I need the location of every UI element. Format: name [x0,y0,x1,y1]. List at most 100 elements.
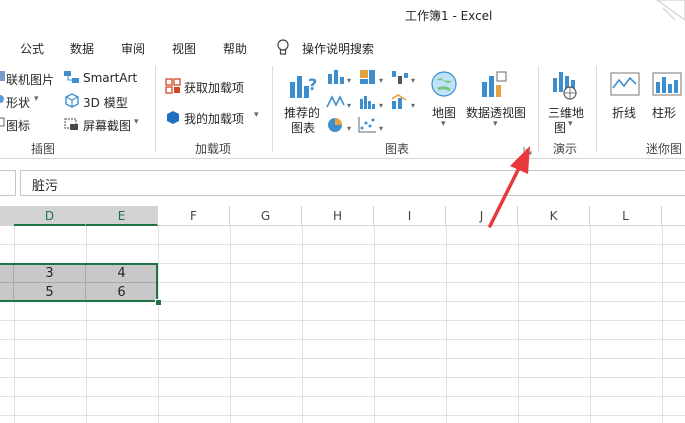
hierarchy-chart-icon[interactable]: ▾ [358,68,386,86]
svg-text:▾: ▾ [379,124,383,133]
svg-text:▾: ▾ [347,101,351,110]
corner-decoration [655,0,685,21]
name-box[interactable] [0,170,16,196]
column-chart-icon[interactable]: ▾ [326,68,354,86]
3d-map-icon [553,72,577,100]
gridline [590,226,591,423]
cell-d1[interactable]: 3 [14,264,86,283]
3d-map-line2[interactable]: 图 [554,119,566,136]
group-label-addins: 加载项 [195,142,232,156]
3d-map-dropdown-icon[interactable]: ▾ [568,119,573,129]
group-label-charts: 图表 [385,142,410,156]
shapes-button[interactable]: 形状 [6,94,30,111]
shapes-dropdown-icon[interactable]: ▾ [34,94,39,104]
gridline [86,226,87,423]
line-chart-icon[interactable]: ▾ [326,93,354,111]
svg-text:▾: ▾ [347,76,351,85]
svg-text:▾: ▾ [379,76,383,85]
screenshot-icon [64,118,78,130]
ribbon-insert: 联机图片 SmartArt 形状 ▾ 3D 模型 图标 屏幕截图 ▾ 插图 获取… [0,60,685,159]
maps-dropdown-icon[interactable]: ▾ [441,119,446,129]
gridline [374,226,375,423]
3d-model-button[interactable]: 3D 模型 [83,94,128,111]
sparkline-column-icon [652,72,682,96]
column-header-i[interactable]: I [374,206,446,226]
column-header-m-partial[interactable] [662,206,685,226]
screenshot-dropdown-icon[interactable]: ▾ [134,117,139,127]
svg-text:▾: ▾ [347,124,351,133]
tab-help[interactable]: 帮助 [223,40,247,57]
svg-text:▾: ▾ [379,101,383,110]
statistic-chart-icon[interactable]: ▾ [358,93,386,111]
online-pictures-button[interactable]: 联机图片 [6,71,54,88]
my-addins-button[interactable]: 我的加载项 [184,110,244,127]
sparkline-column-button[interactable]: 柱形 [652,104,676,121]
group-label-illustrations: 插图 [31,142,56,156]
window-title: 工作簿1 - Excel [405,9,493,23]
group-separator [596,66,597,152]
smartart-button[interactable]: SmartArt [83,71,137,85]
gridline [0,377,685,378]
cell-d2[interactable]: 5 [14,283,86,302]
gridline [0,320,685,321]
my-addins-dropdown-icon[interactable]: ▾ [254,110,259,120]
recommended-charts-icon: ? [290,75,317,98]
gridline [518,226,519,423]
svg-text:▾: ▾ [411,101,415,110]
screenshot-button[interactable]: 屏幕截图 [83,117,131,134]
gridline [0,358,685,359]
lightbulb-icon [277,39,289,55]
cell-e2[interactable]: 6 [86,283,158,302]
gridline [0,339,685,340]
gridline [446,226,447,423]
group-label-sparklines: 迷你图 [646,142,683,156]
formula-value: 脏污 [32,179,59,194]
group-separator [155,66,156,152]
smartart-icon [64,71,79,83]
my-addins-icon [167,111,179,124]
cell-c1-partial[interactable] [0,264,14,283]
gridline [14,226,15,423]
column-header-h[interactable]: H [302,206,374,226]
worksheet-grid[interactable] [0,206,685,423]
column-header-f[interactable]: F [158,206,230,226]
recommended-charts-line2[interactable]: 图表 [291,119,315,136]
fill-handle[interactable] [155,299,162,306]
gridline [0,244,685,245]
icons-button[interactable]: 图标 [6,117,30,134]
column-header-c-partial[interactable] [0,206,14,226]
annotation-arrow [488,146,530,228]
pivotchart-icon [482,71,507,97]
tell-me-search[interactable]: 操作说明搜索 [302,40,374,57]
tab-review[interactable]: 审阅 [121,40,145,57]
column-header-d[interactable]: D [14,206,86,226]
gridline [302,226,303,423]
pivotchart-dropdown-icon[interactable]: ▾ [493,119,498,129]
svg-text:▾: ▾ [411,76,415,85]
column-header-l[interactable]: L [590,206,662,226]
gridline [230,226,231,423]
cell-e1[interactable]: 4 [86,264,158,283]
column-header-e[interactable]: E [86,206,158,226]
gridline [662,226,663,423]
get-addins-button[interactable]: 获取加载项 [184,79,244,96]
combo-chart-icon[interactable]: ▾ [390,93,418,111]
pie-chart-icon[interactable]: ▾ [326,116,354,134]
maps-icon [431,71,457,97]
gridline [158,226,159,423]
gridline [0,396,685,397]
group-separator [272,66,273,152]
tab-view[interactable]: 视图 [172,40,196,57]
ribbon-tabs: 公式 数据 审阅 视图 帮助 操作说明搜索 [0,34,685,60]
group-label-tours: 演示 [553,142,578,156]
scatter-chart-icon[interactable]: ▾ [358,116,386,134]
formula-input[interactable] [20,170,685,196]
cell-c2-partial[interactable] [0,283,14,302]
svg-text:?: ? [308,75,317,94]
tab-data[interactable]: 数据 [70,40,94,57]
tab-formulas[interactable]: 公式 [20,40,44,57]
waterfall-chart-icon[interactable]: ▾ [390,68,418,86]
sparkline-line-button[interactable]: 折线 [612,104,636,121]
gridline [0,415,685,416]
column-header-g[interactable]: G [230,206,302,226]
